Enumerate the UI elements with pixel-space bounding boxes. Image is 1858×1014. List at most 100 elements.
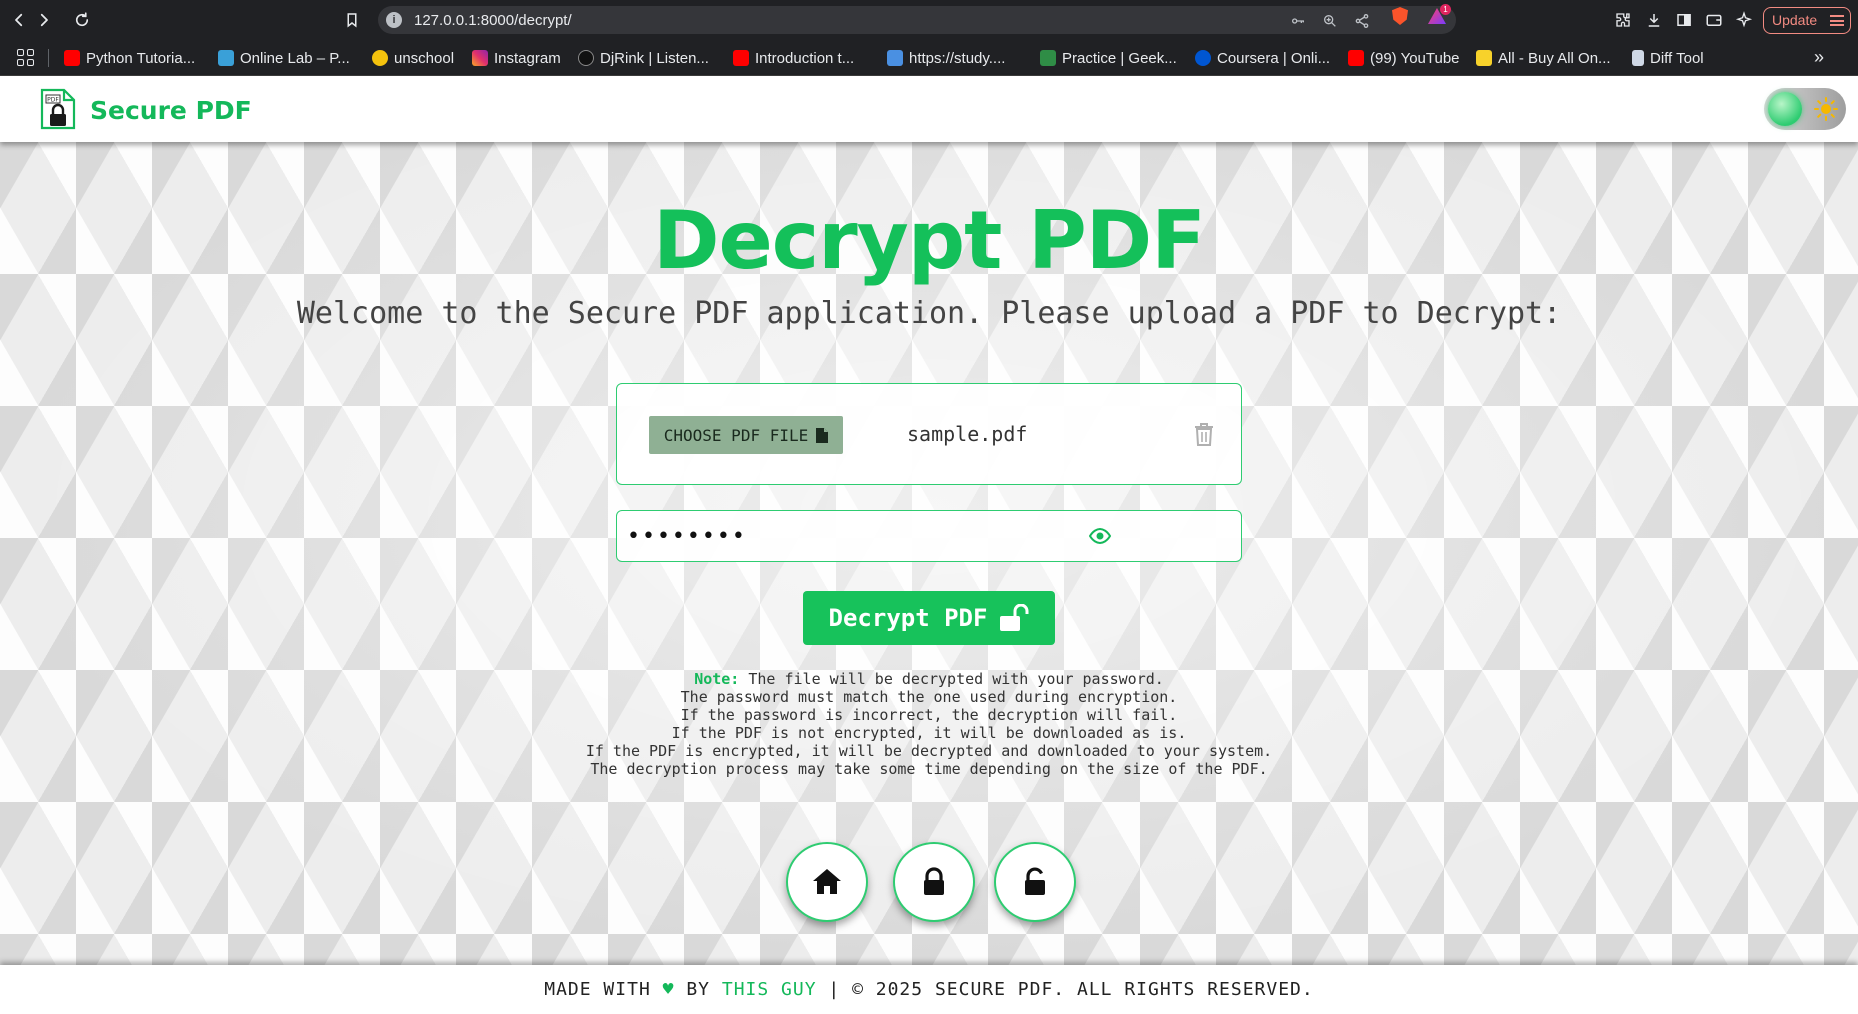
- online-lab-icon: [218, 50, 234, 66]
- youtube-icon: [64, 50, 80, 66]
- bookmark-label: Diff Tool: [1650, 49, 1704, 67]
- sun-icon: [1814, 97, 1838, 121]
- footer-made-with: MADE WITH: [544, 979, 651, 1000]
- trash-icon[interactable]: [1193, 422, 1215, 446]
- coursera-icon: [1195, 50, 1211, 66]
- bookmark-coursera[interactable]: Coursera | Onli...: [1195, 48, 1330, 68]
- leo-ai-icon[interactable]: [1734, 10, 1754, 30]
- bookmark-label: Coursera | Onli...: [1217, 49, 1331, 67]
- note-line: If the PDF is not encrypted, it will be …: [671, 724, 1187, 742]
- welcome-text: Welcome to the Secure PDF application. P…: [296, 296, 1562, 331]
- shop-icon: [1476, 50, 1492, 66]
- update-label: Update: [1772, 12, 1818, 28]
- unlock-icon: [1025, 867, 1045, 895]
- back-icon[interactable]: [7, 8, 31, 32]
- note-line: Note: The file will be decrypted with yo…: [0, 670, 1858, 688]
- page-title: Decrypt PDF: [653, 194, 1206, 287]
- apps-grid-icon[interactable]: [17, 49, 35, 67]
- site-info-icon[interactable]: i: [386, 12, 402, 28]
- lock-icon: [924, 867, 944, 895]
- bookmark-instagram[interactable]: Instagram: [472, 48, 561, 68]
- extensions-icon[interactable]: [1613, 10, 1633, 30]
- update-button[interactable]: Update: [1763, 7, 1851, 34]
- footer-rights: | © 2025 SECURE PDF. ALL RIGHTS RESERVED…: [828, 979, 1314, 1000]
- youtube-icon: [1348, 50, 1364, 66]
- more-bookmarks-icon[interactable]: »: [1814, 47, 1824, 68]
- bookmark-page-icon[interactable]: [340, 8, 364, 32]
- pdf-lock-icon[interactable]: PDF: [38, 88, 78, 130]
- choose-file-button[interactable]: CHOOSE PDF FILE: [649, 416, 843, 454]
- bookmark-python-tutorial[interactable]: Python Tutoria...: [64, 48, 195, 68]
- rewards-badge: 1: [1440, 4, 1451, 15]
- eye-icon[interactable]: [1089, 527, 1111, 545]
- reload-icon[interactable]: [70, 8, 94, 32]
- bookmark-label: All - Buy All On...: [1498, 49, 1611, 67]
- bookmark-label: Online Lab – P...: [240, 49, 350, 67]
- wallet-icon[interactable]: [1704, 10, 1724, 30]
- bookmark-djrink[interactable]: DjRink | Listen...: [578, 48, 709, 68]
- password-key-icon[interactable]: [1290, 13, 1306, 29]
- file-icon: [816, 427, 829, 443]
- note-line: If the password is incorrect, the decryp…: [680, 706, 1178, 724]
- forward-icon[interactable]: [32, 8, 56, 32]
- heart-icon: ♥: [662, 979, 675, 1000]
- note-line: The decryption process may take some tim…: [590, 760, 1268, 778]
- bookmark-label: (99) YouTube: [1370, 49, 1460, 67]
- decrypt-button[interactable]: Decrypt PDF: [803, 591, 1055, 645]
- browser-toolbar: i 127.0.0.1:8000/decrypt/ 1 Update: [0, 0, 1858, 40]
- bookmark-label: Practice | Geek...: [1062, 49, 1177, 67]
- decrypt-label: Decrypt PDF: [828, 604, 988, 632]
- bookmark-study[interactable]: https://study....: [887, 48, 1005, 68]
- bookmark-unschool[interactable]: unschool: [372, 48, 454, 68]
- download-icon[interactable]: [1644, 10, 1664, 30]
- share-icon[interactable]: [1354, 13, 1370, 29]
- bookmark-geeks-practice[interactable]: Practice | Geek...: [1040, 48, 1177, 68]
- note-line: If the PDF is encrypted, it will be decr…: [585, 742, 1273, 760]
- password-field[interactable]: [616, 510, 1242, 562]
- bookmark-label: DjRink | Listen...: [600, 49, 709, 67]
- bookmarks-bar: Python Tutoria... Online Lab – P... unsc…: [0, 40, 1858, 76]
- bookmark-label: https://study....: [909, 49, 1006, 67]
- unlock-icon: [1000, 604, 1029, 631]
- app-header: PDF Secure PDF: [0, 76, 1858, 142]
- bookmark-buy-all[interactable]: All - Buy All On...: [1476, 48, 1611, 68]
- brand-name[interactable]: Secure PDF: [90, 96, 252, 125]
- note-label: Note:: [694, 670, 740, 688]
- footer: MADE WITH ♥ BY THIS GUY | © 2025 SECURE …: [0, 965, 1858, 1014]
- home-icon: [813, 869, 841, 894]
- djrink-icon: [578, 50, 594, 66]
- zoom-icon[interactable]: [1322, 13, 1338, 29]
- theme-toggle[interactable]: [1764, 88, 1846, 130]
- choose-file-label: CHOOSE PDF FILE: [663, 425, 809, 445]
- bookmark-introduction[interactable]: Introduction t...: [733, 48, 854, 68]
- geeksforgeeks-icon: [1040, 50, 1056, 66]
- url-text[interactable]: 127.0.0.1:8000/decrypt/: [414, 12, 572, 29]
- instagram-icon: [472, 50, 488, 66]
- file-upload-box[interactable]: CHOOSE PDF FILE sample.pdf: [616, 383, 1242, 485]
- bookmarks-divider: [48, 49, 49, 67]
- unschool-icon: [372, 50, 388, 66]
- address-bar[interactable]: i 127.0.0.1:8000/decrypt/: [378, 6, 1456, 34]
- author-link[interactable]: THIS GUY: [722, 979, 817, 1000]
- home-button[interactable]: [786, 842, 868, 922]
- menu-icon: [1830, 15, 1844, 26]
- main-content: Decrypt PDF Welcome to the Secure PDF ap…: [0, 142, 1858, 965]
- encrypt-nav-button[interactable]: [893, 842, 975, 922]
- footer-by: BY: [686, 979, 711, 1000]
- decryption-notes: Note: The file will be decrypted with yo…: [0, 670, 1858, 778]
- decrypt-nav-button[interactable]: [994, 842, 1076, 922]
- bookmark-label: Instagram: [494, 49, 561, 67]
- bookmark-label: unschool: [394, 49, 455, 67]
- study-icon: [887, 50, 903, 66]
- youtube-icon: [733, 50, 749, 66]
- bookmark-label: Python Tutoria...: [86, 49, 196, 67]
- note-line: The password must match the one used dur…: [680, 688, 1178, 706]
- bookmark-youtube[interactable]: (99) YouTube: [1348, 48, 1460, 68]
- bookmark-online-lab[interactable]: Online Lab – P...: [218, 48, 350, 68]
- bookmark-diff-tool[interactable]: Diff Tool: [1632, 48, 1704, 68]
- password-input[interactable]: [627, 519, 1167, 553]
- sidebar-icon[interactable]: [1674, 10, 1694, 30]
- bookmark-label: Introduction t...: [755, 49, 855, 67]
- selected-file-name: sample.pdf: [907, 422, 1028, 446]
- note-text: The file will be decrypted with your pas…: [748, 670, 1164, 688]
